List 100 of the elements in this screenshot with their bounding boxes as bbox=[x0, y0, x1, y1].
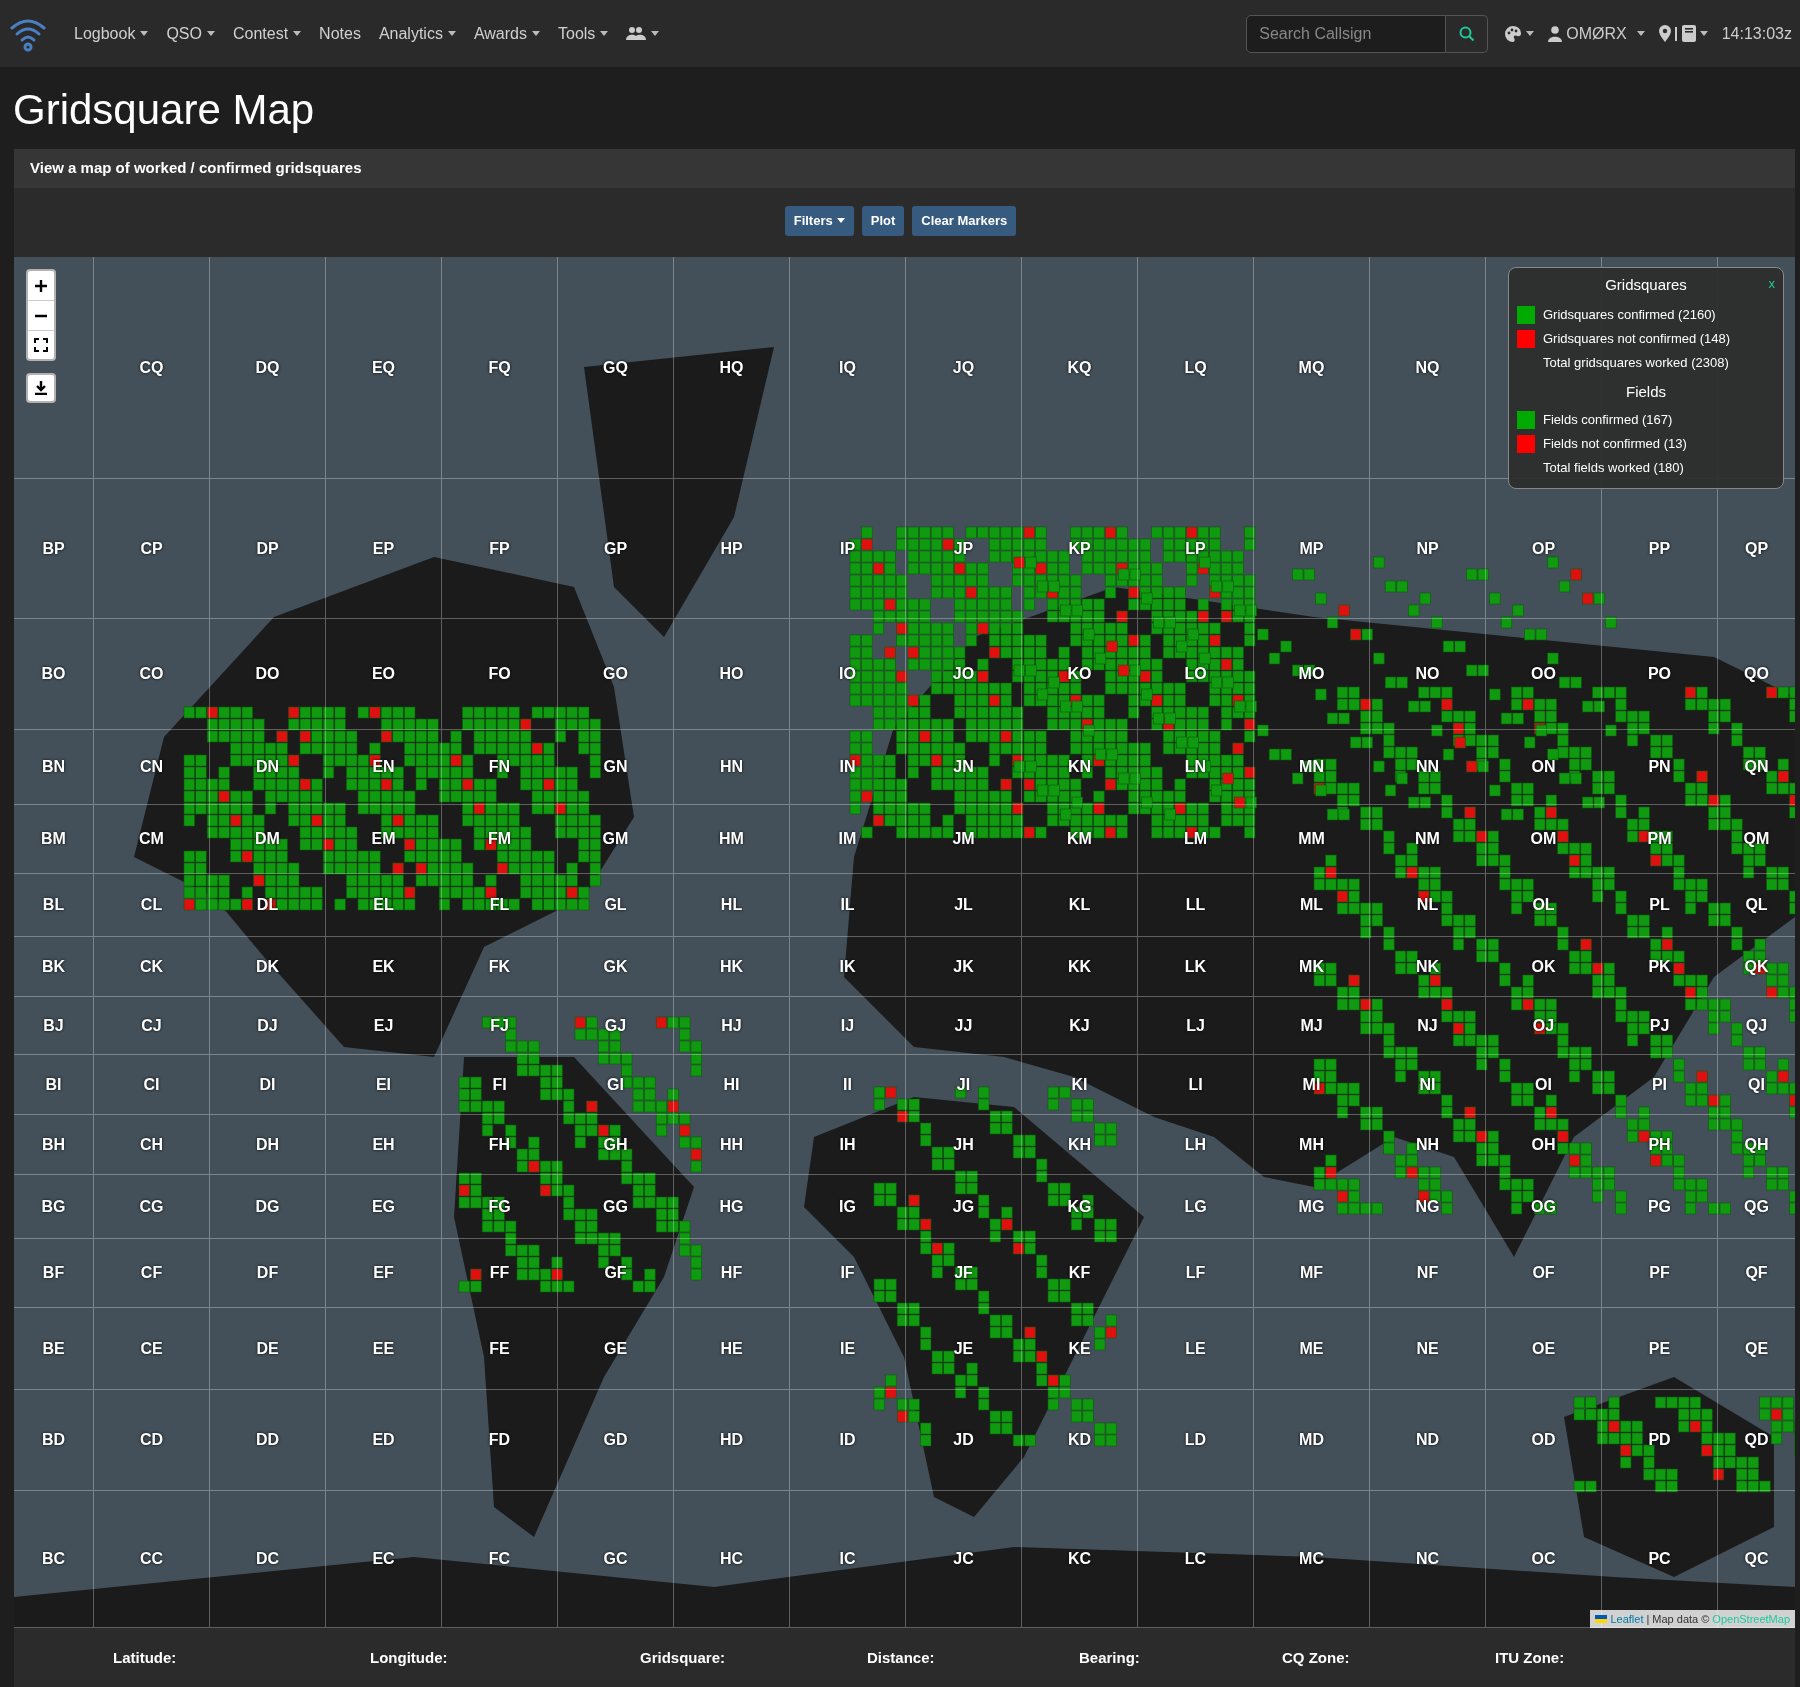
grid-label: PM bbox=[1647, 829, 1672, 849]
grid-label: IO bbox=[839, 664, 856, 684]
station-menu[interactable] bbox=[1658, 25, 1708, 42]
close-button[interactable]: x bbox=[1768, 274, 1775, 294]
plus-icon bbox=[35, 279, 47, 292]
grid-label: KP bbox=[1068, 538, 1091, 559]
grid-label: ED bbox=[372, 1430, 395, 1450]
grid-label: GO bbox=[603, 664, 628, 684]
grid-label: KF bbox=[1068, 1263, 1091, 1283]
toolbar-button[interactable]: Plot bbox=[861, 205, 905, 236]
grid-label: DP bbox=[256, 538, 279, 559]
book-icon bbox=[1681, 25, 1696, 42]
grid-label: JO bbox=[952, 664, 975, 684]
grid-label: DL bbox=[256, 895, 279, 915]
grid-label: FP bbox=[489, 538, 510, 559]
grid-label: PL bbox=[1649, 895, 1670, 915]
grid-label: MP bbox=[1299, 538, 1324, 559]
grid-label: CC bbox=[139, 1549, 164, 1569]
grid-label: FI bbox=[492, 1074, 507, 1095]
nav-menu[interactable]: Tools bbox=[558, 21, 609, 46]
grid-label: BD bbox=[41, 1430, 66, 1450]
grid-label: FL bbox=[489, 895, 510, 915]
grid-label: DI bbox=[259, 1074, 276, 1095]
info-label: Latitude: bbox=[113, 1648, 177, 1666]
toolbar-button[interactable]: Filters bbox=[784, 205, 854, 236]
grid-label: BP bbox=[42, 538, 65, 559]
grid-label: KH bbox=[1067, 1134, 1092, 1155]
grid-label: BI bbox=[45, 1074, 62, 1095]
grid-label: JL bbox=[954, 895, 973, 915]
theme-menu[interactable] bbox=[1504, 24, 1535, 43]
nav-menu[interactable]: Awards bbox=[473, 21, 540, 46]
grid-label: ML bbox=[1299, 895, 1324, 915]
grid-label: MK bbox=[1299, 956, 1324, 977]
grid-label: LL bbox=[1185, 895, 1206, 915]
user-menu[interactable]: OMØRX bbox=[1548, 21, 1645, 46]
nav-menu[interactable]: Contest bbox=[232, 21, 302, 46]
grid-label: BN bbox=[41, 757, 66, 777]
nav-menu[interactable]: QSO bbox=[166, 21, 215, 46]
nav-menu[interactable]: Analytics bbox=[378, 21, 456, 46]
grid-label: NI bbox=[1419, 1074, 1436, 1095]
toolbar-button[interactable]: Clear Markers bbox=[912, 205, 1017, 236]
grid-label: DE bbox=[256, 1338, 279, 1359]
grid-label: IL bbox=[840, 895, 855, 915]
grid-label: BE bbox=[42, 1338, 65, 1359]
grid-label: HN bbox=[719, 757, 744, 777]
grid-label: DF bbox=[256, 1263, 279, 1283]
grid-label: NO bbox=[1415, 664, 1440, 684]
grid-label: FO bbox=[488, 664, 511, 684]
download-icon bbox=[34, 381, 48, 395]
card-subtitle: View a map of worked / confirmed gridsquares bbox=[30, 158, 362, 179]
grid-label: DM bbox=[255, 829, 280, 849]
grid-label: DH bbox=[255, 1134, 280, 1155]
fullscreen-icon bbox=[34, 338, 48, 352]
grid-label: LN bbox=[1184, 757, 1207, 777]
grid-label: DD bbox=[255, 1430, 280, 1450]
grid-label: ME bbox=[1299, 1338, 1324, 1359]
grid-label: BL bbox=[42, 895, 65, 915]
grid-label: NK bbox=[1415, 956, 1440, 977]
grid-label: NL bbox=[1416, 895, 1439, 915]
grid-label: QN bbox=[1744, 757, 1769, 777]
search-button[interactable] bbox=[1446, 14, 1489, 53]
grid-label: HF bbox=[720, 1263, 743, 1283]
nav-menu[interactable] bbox=[626, 25, 660, 42]
nav-menu[interactable]: Logbook bbox=[74, 21, 149, 46]
grid-label: JJ bbox=[954, 1015, 973, 1036]
grid-label: MN bbox=[1299, 757, 1324, 777]
grid-label: FC bbox=[488, 1549, 511, 1569]
grid-label: LD bbox=[1184, 1430, 1207, 1450]
nav-menu[interactable]: Notes bbox=[319, 21, 361, 46]
grid-label: PG bbox=[1647, 1196, 1672, 1217]
grid-label: OD bbox=[1531, 1430, 1556, 1450]
grid-label: QF bbox=[1745, 1263, 1768, 1283]
grid-label: KJ bbox=[1069, 1015, 1090, 1036]
search-field[interactable]: Search Callsign bbox=[1246, 14, 1447, 53]
grid-label: EO bbox=[371, 664, 396, 684]
grid-label: MG bbox=[1298, 1196, 1325, 1217]
grid-label: PE bbox=[1648, 1338, 1671, 1359]
grid-label: OF bbox=[1532, 1263, 1555, 1283]
grid-label: CD bbox=[139, 1430, 164, 1450]
download-button[interactable] bbox=[26, 373, 56, 403]
grid-label: JQ bbox=[952, 357, 975, 378]
grid-label: FD bbox=[488, 1430, 511, 1450]
grid-label: QJ bbox=[1745, 1015, 1768, 1036]
grid-label: OM bbox=[1530, 829, 1557, 849]
grid-label: GM bbox=[602, 829, 629, 849]
grid-label: KC bbox=[1067, 1549, 1092, 1569]
grid-label: GG bbox=[603, 1196, 628, 1217]
grid-label: MC bbox=[1299, 1549, 1324, 1569]
grid-label: LF bbox=[1185, 1263, 1206, 1283]
grid-label: DO bbox=[255, 664, 280, 684]
grid-label: LJ bbox=[1186, 1015, 1205, 1036]
grid-label: OG bbox=[1531, 1196, 1556, 1217]
grid-label: NG bbox=[1415, 1196, 1440, 1217]
grid-label: HM bbox=[719, 829, 744, 849]
grid-label: PN bbox=[1648, 757, 1671, 777]
grid-label: QG bbox=[1744, 1196, 1769, 1217]
separator: | bbox=[1646, 1611, 1650, 1627]
grid-label: GI bbox=[607, 1074, 624, 1095]
grid-label: LK bbox=[1184, 956, 1207, 977]
grid-label: JN bbox=[953, 757, 974, 777]
